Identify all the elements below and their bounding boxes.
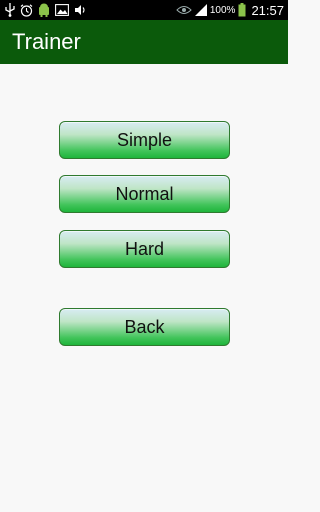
alarm-icon [20, 3, 33, 17]
volume-icon [74, 4, 86, 16]
normal-button[interactable]: Normal [59, 175, 230, 213]
hard-button[interactable]: Hard [59, 230, 230, 268]
clock-time: 21:57 [251, 2, 284, 18]
signal-icon [194, 4, 207, 16]
status-bar: 100% 21:57 [0, 0, 288, 20]
status-bar-right: 100% 21:57 [176, 3, 288, 18]
image-icon [55, 4, 69, 16]
battery-percent: 100% [209, 4, 236, 16]
battery-icon [238, 3, 246, 17]
content-area: Simple Normal Hard Back [0, 64, 288, 512]
simple-button[interactable]: Simple [59, 121, 230, 159]
back-button-label: Back [124, 316, 165, 337]
normal-button-label: Normal [115, 183, 174, 204]
eye-icon [176, 5, 192, 15]
simple-button-label: Simple [116, 129, 173, 150]
status-bar-left [0, 3, 86, 17]
app-title: Trainer [12, 29, 81, 54]
hard-button-label: Hard [124, 238, 164, 259]
android-icon [38, 3, 50, 17]
back-button[interactable]: Back [59, 308, 230, 346]
usb-icon [5, 3, 15, 17]
app-bar: Trainer [0, 20, 288, 64]
